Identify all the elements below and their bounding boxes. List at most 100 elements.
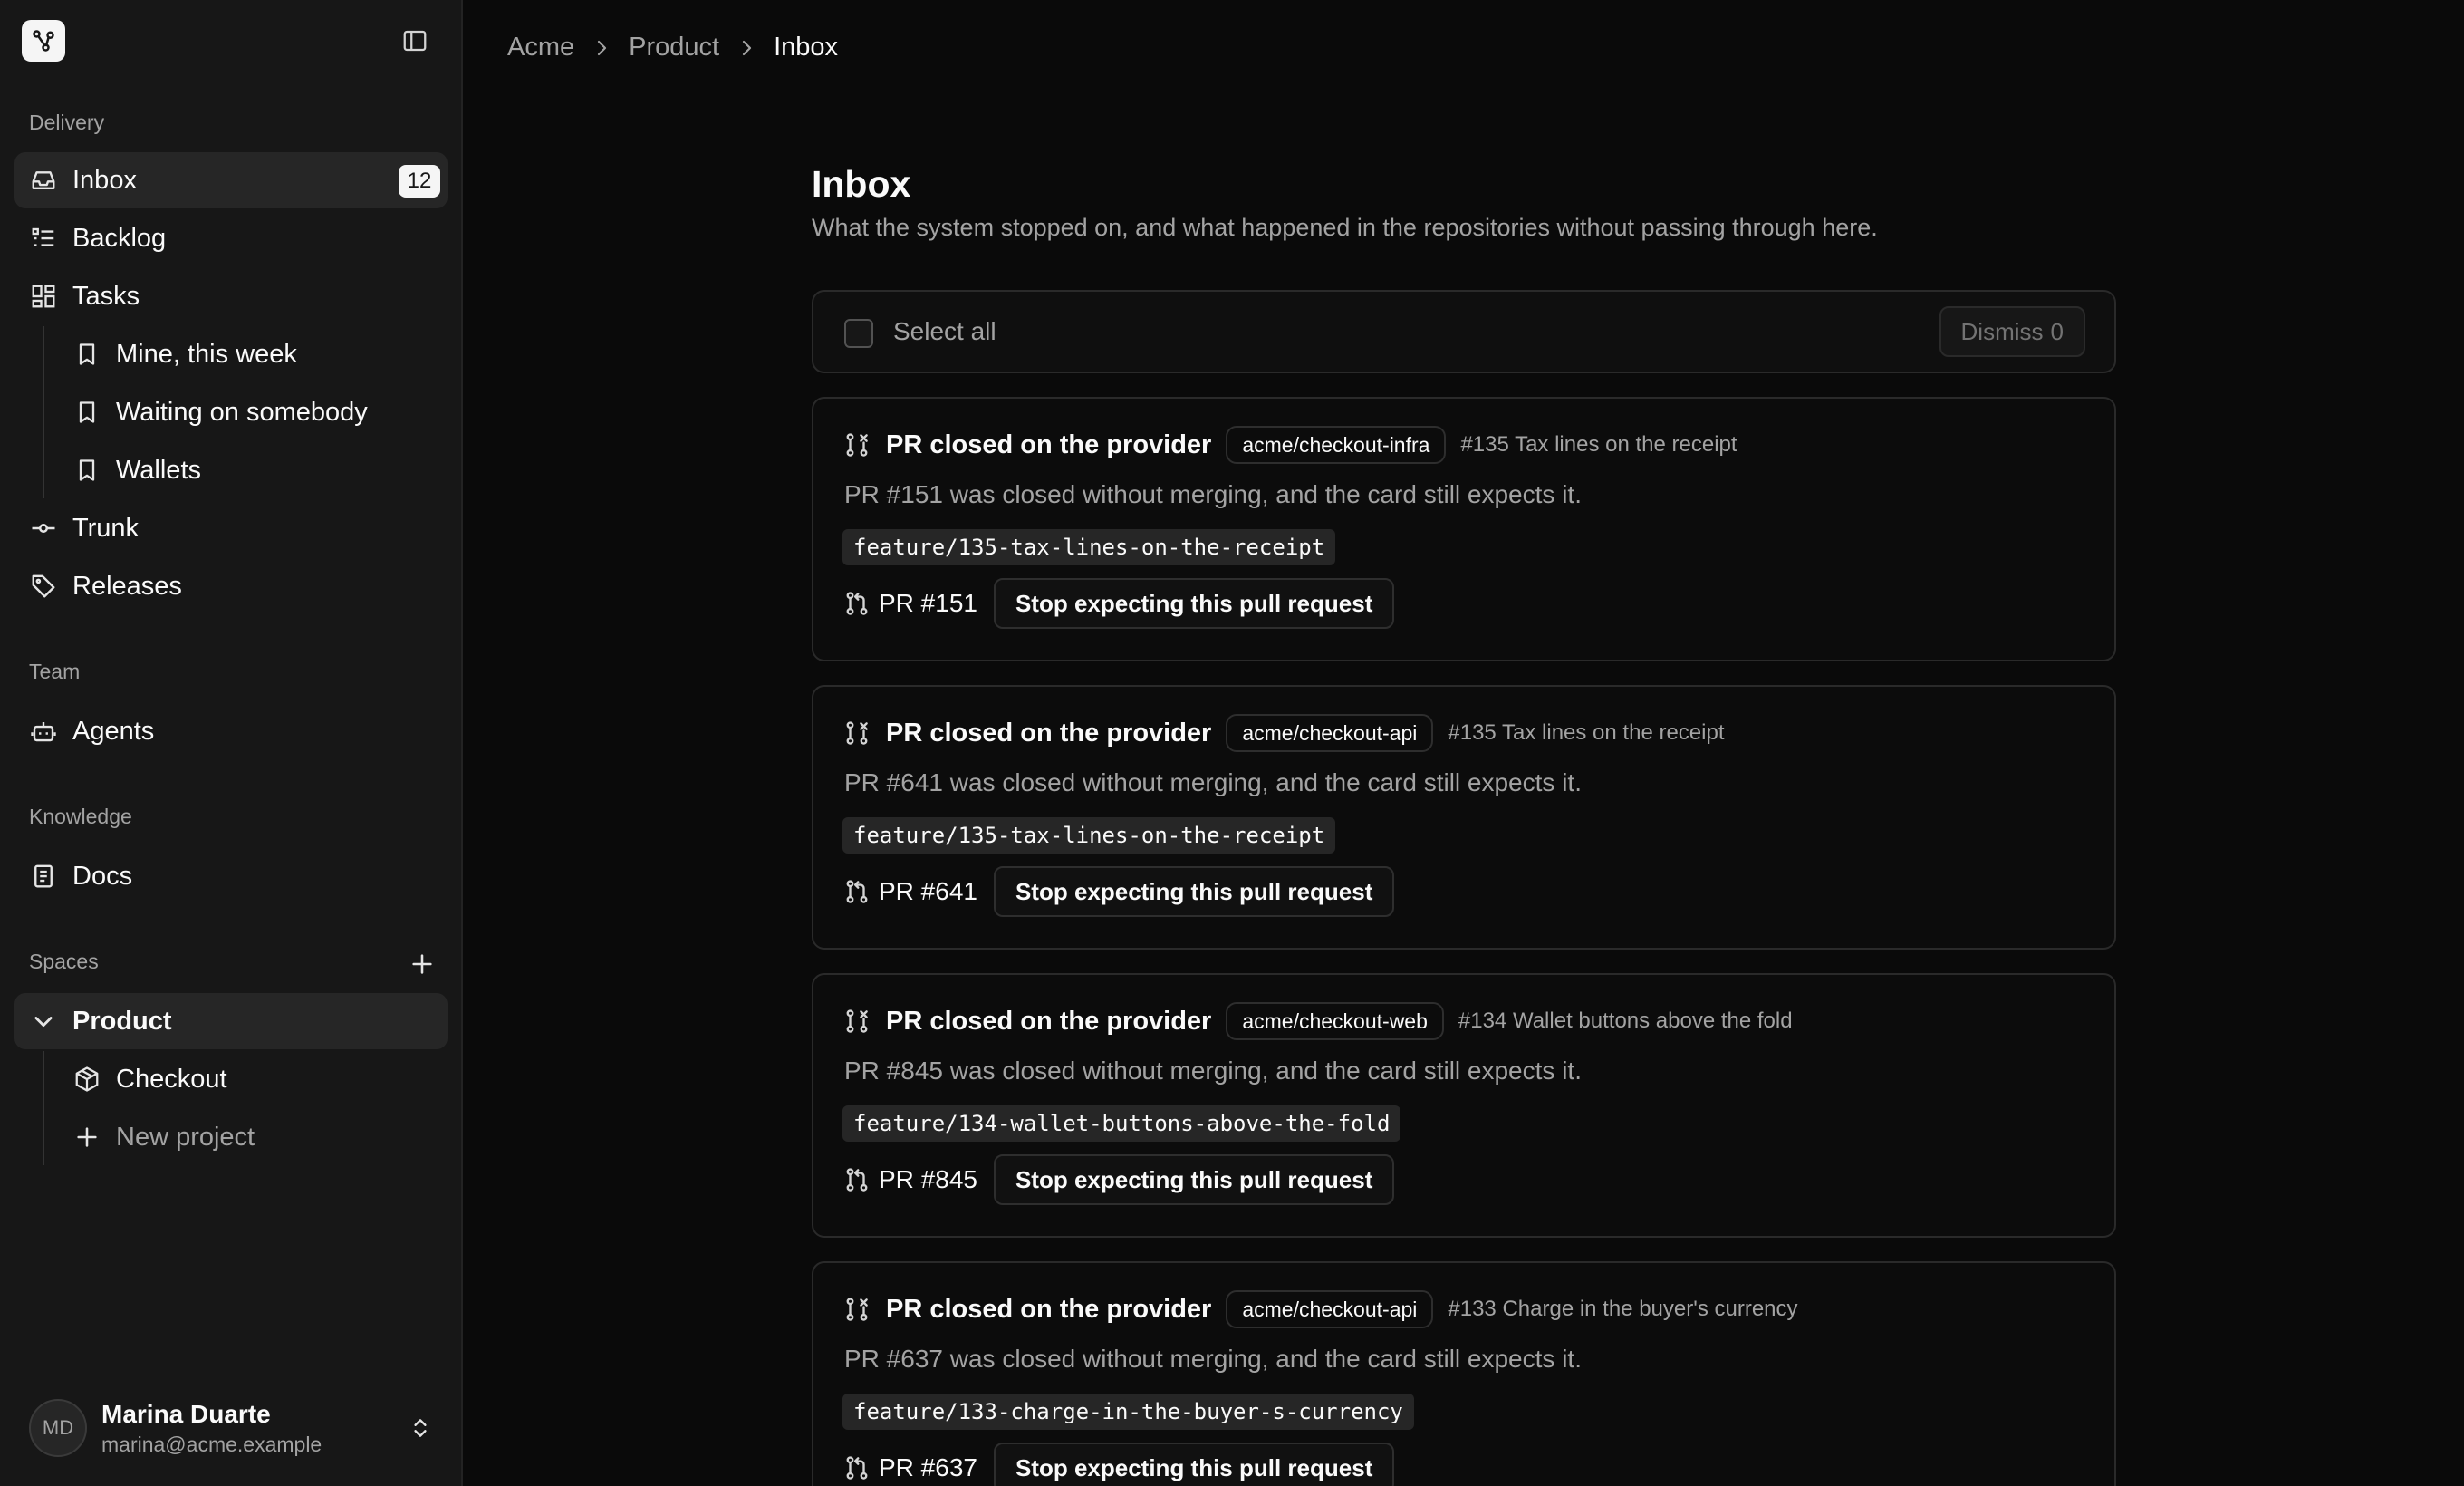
pr-link[interactable]: PR #845: [879, 1165, 977, 1194]
group-label-knowledge: Knowledge: [29, 805, 132, 828]
plus-icon: [412, 954, 432, 974]
sidebar-item-product[interactable]: Product: [14, 993, 448, 1049]
inbox-card: PR closed on the provider acme/checkout-…: [812, 973, 2116, 1238]
git-pull-request-closed-icon: [842, 1295, 871, 1324]
branch-name: feature/134-wallet-buttons-above-the-fol…: [842, 1105, 1401, 1142]
repo-chip[interactable]: acme/checkout-api: [1226, 714, 1434, 752]
stop-expecting-pr-button[interactable]: Stop expecting this pull request: [993, 1443, 1395, 1486]
inbox-count-badge: 12: [399, 165, 440, 198]
git-pull-request-closed-icon: [842, 1007, 871, 1036]
sidebar-item-tasks[interactable]: Tasks: [14, 268, 448, 324]
branch-name: feature/135-tax-lines-on-the-receipt: [842, 817, 1336, 854]
avatar: MD: [29, 1399, 87, 1457]
group-label-spaces: Spaces: [29, 950, 99, 973]
list-icon: [29, 224, 58, 253]
pr-link[interactable]: PR #641: [879, 877, 977, 906]
stop-expecting-pr-button[interactable]: Stop expecting this pull request: [993, 866, 1395, 917]
group-label-delivery: Delivery: [29, 111, 105, 134]
breadcrumb-product[interactable]: Product: [629, 33, 719, 63]
repo-chip[interactable]: acme/checkout-api: [1226, 1290, 1434, 1328]
sidebar: Delivery Inbox 12 Backlog Tasks Mine, th…: [0, 0, 463, 1486]
stop-expecting-pr-button[interactable]: Stop expecting this pull request: [993, 578, 1395, 629]
sidebar-item-label: Wallets: [116, 455, 201, 485]
issue-reference[interactable]: #135 Tax lines on the receipt: [1460, 432, 1737, 458]
sidebar-item-mine-this-week[interactable]: Mine, this week: [60, 326, 448, 382]
sidebar-item-releases[interactable]: Releases: [14, 558, 448, 614]
package-icon: [72, 1065, 101, 1094]
sidebar-toggle-icon[interactable]: [399, 25, 431, 56]
layout-grid-icon: [29, 282, 58, 311]
plus-icon: [72, 1123, 101, 1152]
pr-link[interactable]: PR #637: [879, 1453, 977, 1482]
tree-line: [43, 326, 44, 498]
user-name: Marina Duarte: [101, 1400, 271, 1428]
select-all-label[interactable]: Select all: [893, 317, 996, 346]
app-logo[interactable]: [22, 20, 65, 62]
bookmark-icon: [72, 340, 101, 369]
git-pull-request-icon: [842, 589, 871, 618]
card-description: PR #845 was closed without merging, and …: [844, 1057, 1582, 1085]
sidebar-item-wallets[interactable]: Wallets: [60, 442, 448, 498]
book-icon: [29, 862, 58, 891]
dismiss-button[interactable]: Dismiss 0: [1939, 306, 2085, 357]
sidebar-item-label: Product: [72, 1006, 172, 1036]
page-title: Inbox: [812, 163, 911, 205]
pr-link[interactable]: PR #151: [879, 589, 977, 618]
bot-icon: [29, 717, 58, 746]
sidebar-item-waiting-on-somebody[interactable]: Waiting on somebody: [60, 384, 448, 440]
sidebar-item-label: Waiting on somebody: [116, 397, 368, 427]
sidebar-item-label: Backlog: [72, 223, 167, 253]
chevron-right-icon: [587, 34, 616, 63]
sidebar-item-label: Checkout: [116, 1064, 227, 1094]
add-space-button[interactable]: [406, 948, 438, 980]
selection-bar: Select all Dismiss 0: [812, 290, 2116, 373]
git-commit-icon: [29, 514, 58, 543]
sidebar-item-label: Agents: [72, 716, 155, 746]
user-menu[interactable]: MD Marina Duarte marina@acme.example: [14, 1390, 448, 1466]
inbox-card: PR closed on the provider acme/checkout-…: [812, 397, 2116, 661]
sidebar-item-label: Mine, this week: [116, 339, 297, 369]
sidebar-item-agents[interactable]: Agents: [14, 703, 448, 759]
inbox-card: PR closed on the provider acme/checkout-…: [812, 685, 2116, 950]
card-description: PR #151 was closed without merging, and …: [844, 480, 1582, 508]
select-all-checkbox[interactable]: [844, 319, 873, 348]
sidebar-item-checkout[interactable]: Checkout: [60, 1051, 448, 1107]
chevron-down-icon: [29, 1007, 58, 1036]
bookmark-icon: [72, 398, 101, 427]
sidebar-item-label: Tasks: [72, 281, 140, 311]
card-title: PR closed on the provider: [886, 429, 1212, 459]
breadcrumb-acme[interactable]: Acme: [507, 33, 574, 63]
sidebar-item-backlog[interactable]: Backlog: [14, 210, 448, 266]
issue-reference[interactable]: #134 Wallet buttons above the fold: [1458, 1008, 1793, 1034]
chevron-right-icon: [732, 34, 761, 63]
card-description: PR #637 was closed without merging, and …: [844, 1345, 1582, 1373]
chevrons-up-down-icon[interactable]: [406, 1414, 435, 1443]
card-description: PR #641 was closed without merging, and …: [844, 768, 1582, 796]
dismiss-label: Dismiss: [1960, 317, 2044, 345]
group-label-team: Team: [29, 660, 81, 683]
sidebar-item-inbox[interactable]: Inbox 12: [14, 152, 448, 208]
repo-chip[interactable]: acme/checkout-infra: [1226, 426, 1447, 464]
user-email: marina@acme.example: [101, 1433, 322, 1456]
git-pull-request-icon: [842, 1453, 871, 1482]
sidebar-item-label: Trunk: [72, 513, 140, 543]
new-project-button[interactable]: New project: [60, 1109, 448, 1165]
issue-reference[interactable]: #133 Charge in the buyer's currency: [1448, 1297, 1797, 1322]
tree-line: [43, 1051, 44, 1165]
tag-icon: [29, 572, 58, 601]
branch-name: feature/133-charge-in-the-buyer-s-curren…: [842, 1394, 1414, 1430]
inbox-icon: [29, 166, 58, 195]
repo-chip[interactable]: acme/checkout-web: [1226, 1002, 1444, 1040]
breadcrumb-inbox: Inbox: [774, 33, 839, 62]
breadcrumb: Acme Product Inbox: [507, 33, 838, 63]
issue-reference[interactable]: #135 Tax lines on the receipt: [1448, 720, 1724, 746]
git-pull-request-closed-icon: [842, 719, 871, 748]
bookmark-icon: [72, 456, 101, 485]
sidebar-item-label: Docs: [72, 861, 133, 891]
sidebar-item-docs[interactable]: Docs: [14, 848, 448, 904]
sidebar-item-trunk[interactable]: Trunk: [14, 500, 448, 556]
branch-name: feature/135-tax-lines-on-the-receipt: [842, 529, 1336, 565]
sidebar-item-label: New project: [116, 1122, 255, 1152]
git-pull-request-icon: [842, 1165, 871, 1194]
stop-expecting-pr-button[interactable]: Stop expecting this pull request: [993, 1154, 1395, 1205]
